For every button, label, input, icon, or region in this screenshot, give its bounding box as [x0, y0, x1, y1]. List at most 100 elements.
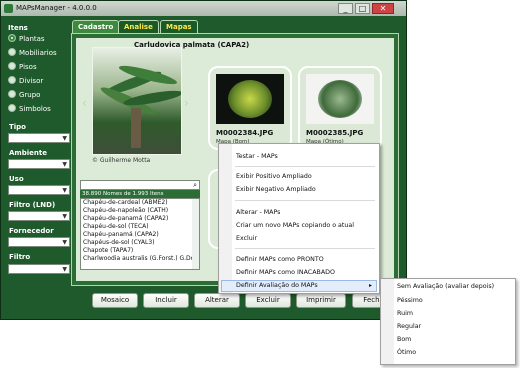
- radio-dot: [8, 48, 16, 56]
- combo-filtro[interactable]: ▼: [8, 264, 70, 274]
- list-item[interactable]: Charlwoodia australis (G.Forst.) G.Don: [81, 255, 199, 263]
- combo-lnd[interactable]: ▼: [8, 211, 70, 221]
- list-item[interactable]: Chapéus-de-sol (CYAL3): [81, 239, 199, 247]
- list-item[interactable]: Chapéu-de-panamá (CAPA2): [81, 215, 199, 223]
- thumbnail-plant: [228, 80, 272, 118]
- filter-label-ambiente: Ambiente: [9, 149, 47, 157]
- radio-label: Grupo: [19, 91, 41, 99]
- map-thumbnail: [216, 74, 284, 124]
- menu-item-exibir-negativo[interactable]: Exibir Negativo Ampliado: [236, 186, 316, 193]
- rating-submenu: Sem Avaliação (avaliar depois) Péssimo R…: [380, 278, 516, 365]
- radio-plantas[interactable]: Plantas: [8, 34, 45, 43]
- radio-grupo[interactable]: Grupo: [8, 90, 40, 99]
- map-filename: M0002385.JPG: [306, 129, 364, 137]
- map-card[interactable]: M0002384.JPG Mapa (Bom): [208, 66, 292, 150]
- radio-label: Simbolos: [19, 105, 51, 113]
- filter-label-uso: Uso: [9, 175, 24, 183]
- menu-item-exibir-positivo[interactable]: Exibir Positivo Ampliado: [236, 173, 312, 180]
- filter-label-lnd: Filtro (LND): [9, 201, 56, 209]
- map-thumbnail: [306, 74, 374, 124]
- plant-photo[interactable]: [92, 47, 182, 155]
- alterar-button[interactable]: Alterar: [194, 293, 240, 308]
- submenu-arrow-icon: ▸: [369, 282, 373, 289]
- photo-leaf: [122, 87, 181, 109]
- radio-mobiliarios[interactable]: Mobiliarios: [8, 48, 57, 57]
- menu-item-pronto[interactable]: Definir MAPs como PRONTO: [236, 256, 324, 263]
- chevron-down-icon: ▼: [62, 187, 67, 194]
- submenu-item-bom[interactable]: Bom: [397, 336, 411, 343]
- context-menu: Testar - MAPs Exibir Positivo Ampliado E…: [218, 143, 380, 294]
- chevron-left-icon[interactable]: ‹: [82, 96, 87, 110]
- radio-dot: [8, 76, 16, 84]
- name-count: 38.890 Nomes de 1.993 Itens: [80, 190, 200, 198]
- menu-separator: [235, 200, 375, 201]
- menu-separator: [235, 248, 375, 249]
- list-item[interactable]: Chapéu-de-napoleão (CATH): [81, 207, 199, 215]
- radio-divisor[interactable]: Divisor: [8, 76, 43, 85]
- radio-dot: [8, 104, 16, 112]
- minimize-button[interactable]: _: [338, 3, 353, 14]
- submenu-item-ruim[interactable]: Ruim: [397, 310, 413, 317]
- radio-label: Pisos: [19, 63, 37, 71]
- radio-dot: [8, 62, 16, 70]
- chevron-down-icon: ▼: [62, 135, 67, 142]
- list-scrollbar[interactable]: [192, 199, 199, 269]
- menu-separator: [235, 166, 375, 167]
- excluir-button[interactable]: Excluir: [245, 293, 291, 308]
- filter-label-filtro: Filtro: [9, 253, 31, 261]
- radio-dot: [8, 34, 16, 42]
- map-filename: M0002384.JPG: [216, 129, 274, 137]
- close-button[interactable]: ✕: [372, 3, 394, 14]
- photo-credit: © Guilherme Motta: [92, 157, 151, 164]
- list-item[interactable]: Chapéu-panamá (CAPA2): [81, 231, 199, 239]
- submenu-item-otimo[interactable]: Ótimo: [397, 349, 416, 356]
- menu-item-alterar[interactable]: Alterar - MAPs: [236, 209, 280, 216]
- thumbnail-plant: [318, 80, 362, 118]
- menu-item-testar[interactable]: Testar - MAPs: [236, 153, 278, 160]
- search-input[interactable]: ⌕: [80, 180, 200, 190]
- tab-cadastro[interactable]: Cadastro: [72, 20, 120, 33]
- filter-label-tipo: Tipo: [9, 123, 26, 131]
- radio-label: Plantas: [19, 35, 45, 43]
- menu-item-criar-copia[interactable]: Criar um novo MAPs copiando o atual: [236, 222, 354, 229]
- chevron-down-icon: ▼: [62, 266, 67, 273]
- menu-item-inacabado[interactable]: Definir MAPs como INACABADO: [236, 269, 335, 276]
- window-title: MAPsManager - 4.0.0.0: [16, 4, 97, 12]
- combo-ambiente[interactable]: ▼: [8, 159, 70, 169]
- radio-pisos[interactable]: Pisos: [8, 62, 37, 71]
- chevron-right-icon[interactable]: ›: [184, 96, 189, 110]
- list-item[interactable]: Chapéu-de-cardeal (ABME2): [81, 199, 199, 207]
- combo-uso[interactable]: ▼: [8, 185, 70, 195]
- maximize-button[interactable]: □: [355, 3, 370, 14]
- filter-label-fornecedor: Fornecedor: [9, 227, 54, 235]
- app-icon: [4, 4, 13, 13]
- combo-tipo[interactable]: ▼: [8, 133, 70, 143]
- submenu-item-pessimo[interactable]: Péssimo: [397, 297, 423, 304]
- combo-fornecedor[interactable]: ▼: [8, 237, 70, 247]
- chevron-down-icon: ▼: [62, 239, 67, 246]
- radio-label: Divisor: [19, 77, 44, 85]
- photo-trunk: [131, 108, 141, 148]
- tab-analise[interactable]: Analise: [118, 20, 159, 33]
- menu-item-definir-avaliacao[interactable]: Definir Avaliação do MAPs: [236, 282, 318, 289]
- radio-dot: [8, 90, 16, 98]
- list-item[interactable]: Chapote (TAPA7): [81, 247, 199, 255]
- menu-gutter: [219, 144, 232, 293]
- incluir-button[interactable]: Incluir: [143, 293, 189, 308]
- imprimir-button[interactable]: Imprimir: [296, 293, 346, 308]
- chevron-down-icon: ▼: [62, 213, 67, 220]
- mosaico-button[interactable]: Mosaico: [92, 293, 138, 308]
- submenu-item-sem-avaliacao[interactable]: Sem Avaliação (avaliar depois): [397, 283, 494, 290]
- chevron-down-icon: ▼: [62, 161, 67, 168]
- title-bar[interactable]: MAPsManager - 4.0.0.0 _ □ ✕: [1, 1, 406, 16]
- itens-label: Itens: [8, 24, 28, 32]
- tab-mapas[interactable]: Mapas: [160, 20, 198, 33]
- list-item[interactable]: Chapéu-de-sol (TECA): [81, 223, 199, 231]
- submenu-item-regular[interactable]: Regular: [397, 323, 421, 330]
- menu-gutter: [381, 279, 394, 364]
- radio-label: Mobiliarios: [19, 49, 57, 57]
- names-list[interactable]: Chapéu-de-cardeal (ABME2) Chapéu-de-napo…: [80, 198, 200, 270]
- map-card[interactable]: M0002385.JPG Mapa (Ótimo): [298, 66, 382, 150]
- menu-item-excluir[interactable]: Excluir: [236, 235, 257, 242]
- radio-simbolos[interactable]: Simbolos: [8, 104, 51, 113]
